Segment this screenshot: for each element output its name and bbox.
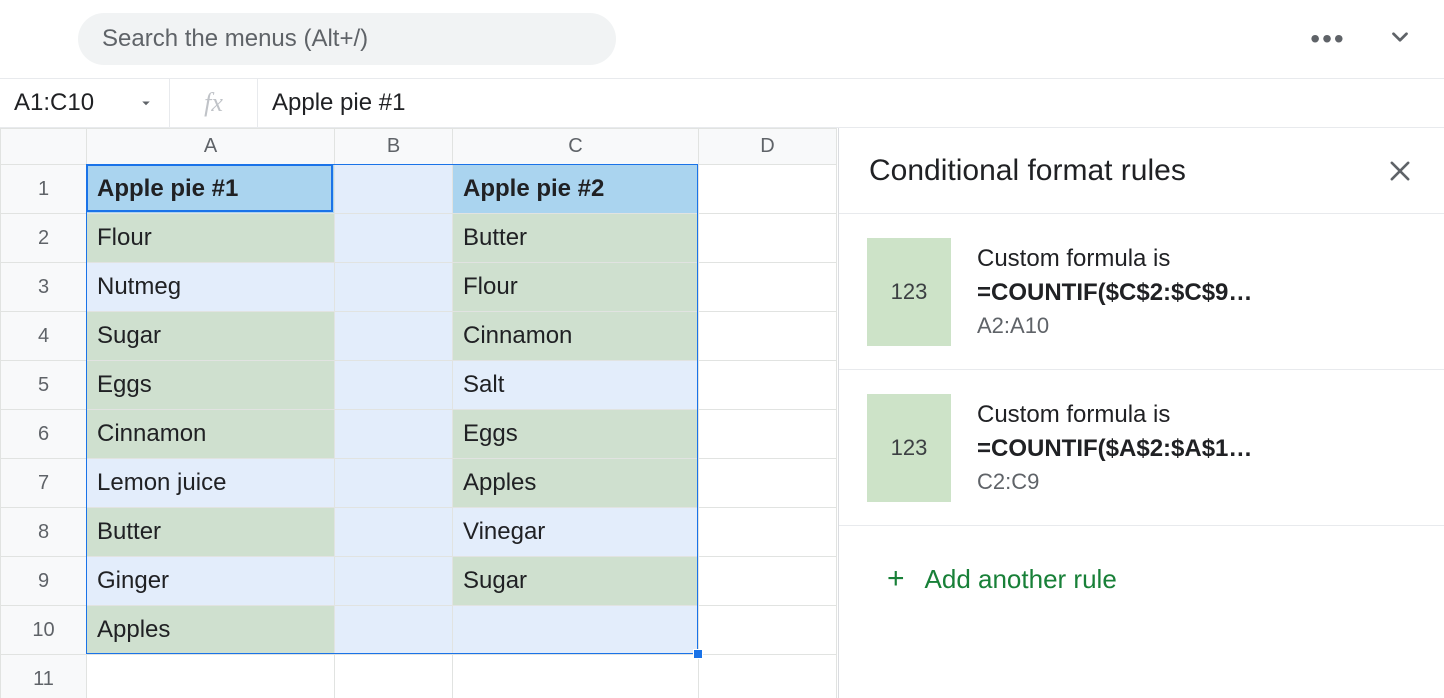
cell-B2[interactable]	[335, 214, 452, 262]
cell-B4[interactable]	[335, 312, 452, 360]
cell-B3[interactable]	[335, 263, 452, 311]
cell-C5[interactable]: Salt	[453, 361, 698, 409]
cell-D9[interactable]	[699, 557, 836, 605]
row-header[interactable]: 11	[1, 655, 87, 698]
column-header[interactable]: D	[699, 129, 837, 165]
row-header[interactable]: 7	[1, 459, 87, 508]
cell-C7[interactable]: Apples	[453, 459, 698, 507]
formula-bar-row: A1:C10 fx Apple pie #1	[0, 78, 1444, 128]
cell-B11[interactable]	[335, 655, 452, 698]
cell-B8[interactable]	[335, 508, 452, 556]
cell-D10[interactable]	[699, 606, 836, 654]
row-header[interactable]: 5	[1, 361, 87, 410]
row-header[interactable]: 8	[1, 508, 87, 557]
cell-D3[interactable]	[699, 263, 836, 311]
search-placeholder: Search the menus (Alt+/)	[102, 25, 368, 53]
name-box-value: A1:C10	[14, 89, 137, 117]
cell-B5[interactable]	[335, 361, 452, 409]
cell-D7[interactable]	[699, 459, 836, 507]
conditional-format-panel: Conditional format rules 123 Custom form…	[838, 128, 1444, 698]
cell-D11[interactable]	[699, 655, 836, 698]
rule-type-label: Custom formula is	[977, 401, 1252, 429]
rule-description: Custom formula is =COUNTIF($C$2:$C$9… A2…	[977, 245, 1252, 339]
rule-preview-swatch: 123	[867, 238, 951, 346]
add-rule-button[interactable]: + Add another rule	[839, 526, 1444, 596]
cell-C10[interactable]	[453, 606, 698, 654]
cell-C8[interactable]: Vinegar	[453, 508, 698, 556]
formula-input[interactable]: Apple pie #1	[258, 89, 419, 117]
cell-A11[interactable]	[87, 655, 334, 698]
cell-A5[interactable]: Eggs	[87, 361, 334, 409]
rule-range: A2:A10	[977, 313, 1252, 339]
row-header[interactable]: 6	[1, 410, 87, 459]
cell-A3[interactable]: Nutmeg	[87, 263, 334, 311]
cell-B1[interactable]	[335, 165, 452, 213]
panel-title: Conditional format rules	[869, 154, 1386, 188]
cell-D8[interactable]	[699, 508, 836, 556]
row-header[interactable]: 9	[1, 557, 87, 606]
row-header[interactable]: 10	[1, 606, 87, 655]
rule-formula: =COUNTIF($A$2:$A$1…	[977, 435, 1252, 463]
cell-D2[interactable]	[699, 214, 836, 262]
more-icon[interactable]: •••	[1304, 15, 1352, 63]
cell-A1[interactable]: Apple pie #1	[87, 165, 334, 213]
column-header[interactable]: C	[453, 129, 699, 165]
toolbar: Search the menus (Alt+/) •••	[0, 0, 1444, 78]
rule-type-label: Custom formula is	[977, 245, 1252, 273]
cell-C2[interactable]: Butter	[453, 214, 698, 262]
format-rule[interactable]: 123 Custom formula is =COUNTIF($A$2:$A$1…	[839, 370, 1444, 526]
cell-B10[interactable]	[335, 606, 452, 654]
cell-A10[interactable]: Apples	[87, 606, 334, 654]
column-header[interactable]: B	[335, 129, 453, 165]
cell-B6[interactable]	[335, 410, 452, 458]
cell-A4[interactable]: Sugar	[87, 312, 334, 360]
cell-A9[interactable]: Ginger	[87, 557, 334, 605]
spreadsheet-grid[interactable]: ABCD 1Apple pie #1Apple pie #22FlourButt…	[0, 128, 838, 698]
row-header[interactable]: 3	[1, 263, 87, 312]
row-header[interactable]: 4	[1, 312, 87, 361]
rule-formula: =COUNTIF($C$2:$C$9…	[977, 279, 1252, 307]
fx-icon: fx	[170, 79, 258, 127]
ellipsis-icon: •••	[1310, 23, 1345, 55]
caret-down-icon[interactable]	[137, 94, 155, 112]
format-rule[interactable]: 123 Custom formula is =COUNTIF($C$2:$C$9…	[839, 214, 1444, 370]
rule-description: Custom formula is =COUNTIF($A$2:$A$1… C2…	[977, 401, 1252, 495]
plus-icon: +	[887, 562, 905, 596]
name-box[interactable]: A1:C10	[0, 79, 170, 127]
cell-B9[interactable]	[335, 557, 452, 605]
cell-C11[interactable]	[453, 655, 698, 698]
cell-C6[interactable]: Eggs	[453, 410, 698, 458]
cell-C4[interactable]: Cinnamon	[453, 312, 698, 360]
cell-A8[interactable]: Butter	[87, 508, 334, 556]
cell-D5[interactable]	[699, 361, 836, 409]
close-icon[interactable]	[1386, 157, 1414, 185]
panel-header: Conditional format rules	[839, 128, 1444, 214]
chevron-down-icon	[1387, 24, 1413, 55]
expand-toolbar-button[interactable]	[1376, 15, 1424, 63]
cell-A2[interactable]: Flour	[87, 214, 334, 262]
search-input[interactable]: Search the menus (Alt+/)	[78, 13, 616, 65]
add-rule-label: Add another rule	[925, 564, 1117, 595]
cell-D6[interactable]	[699, 410, 836, 458]
row-header[interactable]: 1	[1, 165, 87, 214]
cell-C3[interactable]: Flour	[453, 263, 698, 311]
cell-C9[interactable]: Sugar	[453, 557, 698, 605]
cell-D1[interactable]	[699, 165, 836, 213]
cell-D4[interactable]	[699, 312, 836, 360]
cell-A7[interactable]: Lemon juice	[87, 459, 334, 507]
row-header[interactable]: 2	[1, 214, 87, 263]
cell-B7[interactable]	[335, 459, 452, 507]
rule-range: C2:C9	[977, 469, 1252, 495]
cell-A6[interactable]: Cinnamon	[87, 410, 334, 458]
cell-C1[interactable]: Apple pie #2	[453, 165, 698, 213]
column-header[interactable]: A	[87, 129, 335, 165]
rule-preview-swatch: 123	[867, 394, 951, 502]
select-all-corner[interactable]	[1, 129, 87, 165]
